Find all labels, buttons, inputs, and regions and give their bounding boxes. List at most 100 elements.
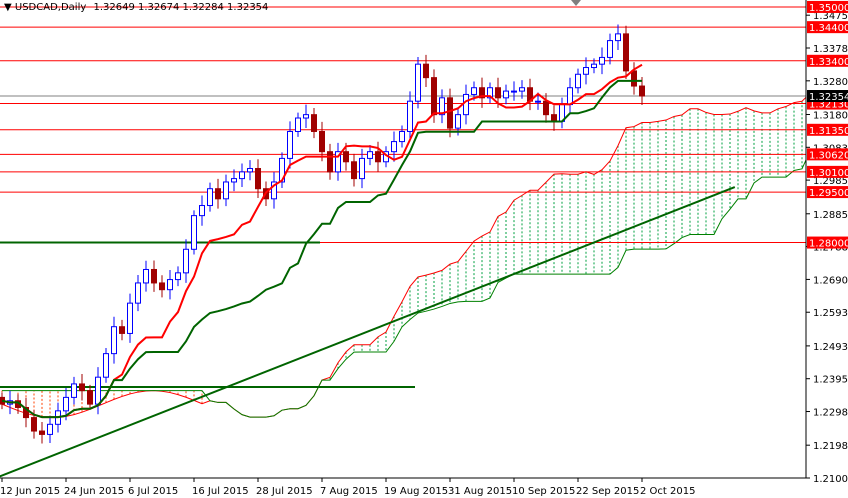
level-label: 1.34400 <box>809 23 848 34</box>
y-tick-label: 1.33780 <box>813 44 848 55</box>
candle <box>231 178 237 183</box>
level-label: 1.33400 <box>809 57 848 68</box>
trendline <box>0 186 736 478</box>
candle <box>447 97 453 129</box>
x-tick-label: 16 Jul 2015 <box>192 486 249 497</box>
candle <box>175 272 181 281</box>
x-tick-label: 2 Oct 2015 <box>640 486 695 497</box>
candle <box>95 376 101 405</box>
candle <box>71 383 77 398</box>
level-label: 1.30620 <box>809 150 848 161</box>
senkou-span-a <box>1 96 806 419</box>
candle <box>47 423 53 435</box>
chart-title: ▼ USDCAD,Daily 1.32649 1.32674 1.32284 1… <box>4 2 268 13</box>
level-label: 1.28000 <box>809 239 848 250</box>
shift-marker-icon <box>571 0 581 6</box>
x-tick-label: 19 Aug 2015 <box>384 486 448 497</box>
candle <box>623 33 629 72</box>
x-tick-label: 12 Jun 2015 <box>0 486 60 497</box>
plot-area <box>0 6 806 478</box>
candle <box>303 114 309 119</box>
candle <box>63 396 69 412</box>
candle <box>391 141 397 153</box>
candle <box>167 279 173 291</box>
candle <box>399 130 405 143</box>
y-tick-label: 1.21980 <box>813 441 848 452</box>
candle <box>503 90 509 99</box>
candle <box>191 215 197 250</box>
candle <box>127 302 133 334</box>
candle <box>639 85 645 97</box>
price-chart[interactable]: 1.347551.337801.328051.318051.308301.298… <box>0 0 848 498</box>
candle <box>207 188 213 207</box>
candle <box>247 168 253 173</box>
candle <box>567 87 573 106</box>
ohlc-readout: 1.32649 1.32674 1.32284 1.32354 <box>93 2 269 13</box>
y-tick-label: 1.21005 <box>813 474 848 485</box>
candle <box>327 151 333 173</box>
candle <box>223 181 229 200</box>
candle <box>591 63 597 69</box>
candle <box>535 100 541 103</box>
y-tick-label: 1.24930 <box>813 342 848 353</box>
candle <box>151 268 157 284</box>
level-label: 1.29500 <box>809 188 848 199</box>
candle <box>415 63 421 102</box>
y-tick-label: 1.32805 <box>813 77 848 88</box>
x-tick-label: 28 Jul 2015 <box>256 486 313 497</box>
candle <box>511 90 517 93</box>
level-label: 1.35000 <box>809 3 848 14</box>
x-tick-label: 6 Jul 2015 <box>128 486 178 497</box>
level-label: 1.30100 <box>809 168 848 179</box>
y-tick-label: 1.31805 <box>813 110 848 121</box>
y-tick-label: 1.22980 <box>813 408 848 419</box>
candle <box>287 130 293 159</box>
candle <box>351 161 357 180</box>
x-tick-label: 7 Aug 2015 <box>320 486 378 497</box>
candle <box>295 117 301 132</box>
candle <box>423 63 429 79</box>
candle <box>471 87 477 95</box>
y-tick-label: 1.23955 <box>813 375 848 386</box>
x-tick-label: 22 Sep 2015 <box>576 486 639 497</box>
candle <box>495 87 501 99</box>
candle <box>39 430 45 435</box>
symbol-label: USDCAD,Daily <box>14 2 87 13</box>
y-tick-label: 1.26905 <box>813 275 848 286</box>
candle <box>159 282 165 291</box>
candle <box>519 87 525 92</box>
level-label: 1.31350 <box>809 126 848 137</box>
candle <box>575 73 581 89</box>
candle <box>143 268 149 284</box>
candle <box>119 326 125 334</box>
candle <box>543 100 549 116</box>
candle <box>183 248 189 274</box>
candle <box>551 114 557 122</box>
senkou-span-b <box>2 158 806 418</box>
candle <box>583 67 589 75</box>
candle <box>359 157 365 180</box>
x-tick-label: 10 Sep 2015 <box>512 486 575 497</box>
y-tick-label: 1.25930 <box>813 308 848 319</box>
candle <box>111 326 117 355</box>
candle <box>599 56 605 65</box>
candle <box>455 114 461 129</box>
candle <box>375 151 381 163</box>
candle <box>31 417 37 432</box>
candle <box>311 114 317 132</box>
candle <box>199 205 205 217</box>
y-tick-label: 1.28855 <box>813 210 848 221</box>
collapse-triangle-icon[interactable]: ▼ <box>4 2 12 13</box>
current-price-label: 1.32354 <box>809 92 848 103</box>
candle <box>255 168 261 190</box>
x-tick-label: 24 Jun 2015 <box>64 486 124 497</box>
x-tick-label: 31 Aug 2015 <box>448 486 512 497</box>
candle <box>463 93 469 116</box>
candle <box>215 188 221 200</box>
candle <box>87 390 93 405</box>
candle <box>631 70 637 87</box>
candle <box>407 100 413 132</box>
candle <box>103 353 109 378</box>
candle <box>135 282 141 304</box>
candle <box>431 77 437 116</box>
